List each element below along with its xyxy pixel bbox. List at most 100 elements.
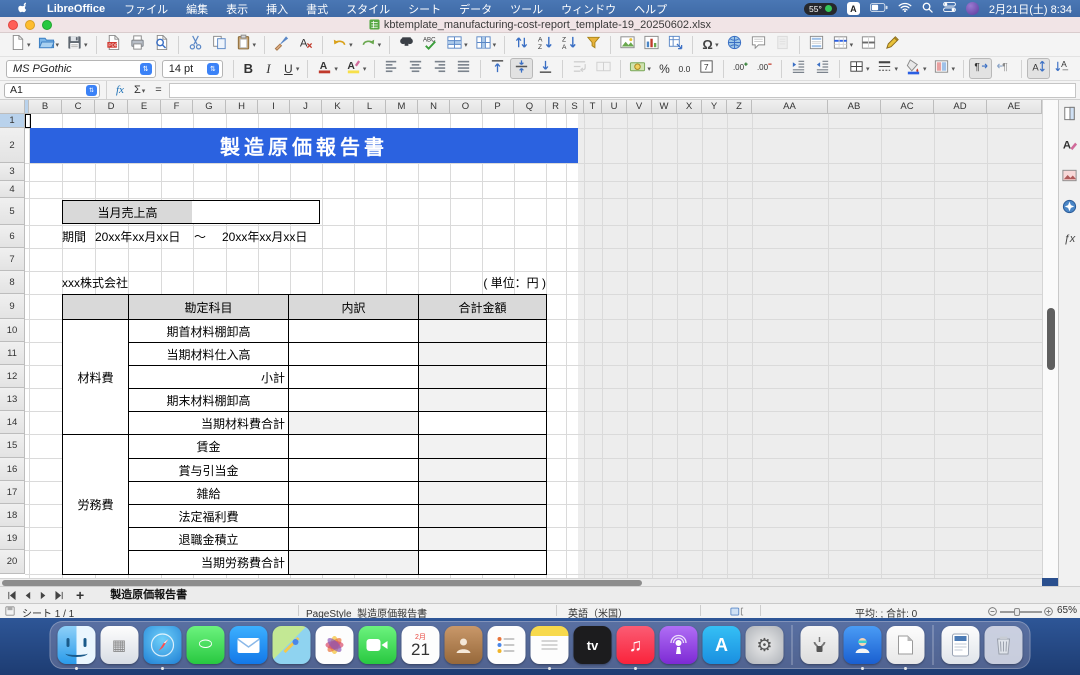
- align-right-button[interactable]: [428, 58, 451, 79]
- column-header-O[interactable]: O: [450, 100, 482, 114]
- delete-decimal-place-button[interactable]: .00: [753, 58, 776, 79]
- cell-unit-note[interactable]: ( 単位：円 ): [436, 271, 546, 294]
- cell-breakdown[interactable]: [288, 388, 419, 412]
- dock-safari-icon[interactable]: [144, 626, 182, 664]
- cell-monthly-sales-label[interactable]: 当月売上高: [62, 200, 193, 224]
- font-name-combo[interactable]: MS PGothic⇅: [6, 60, 156, 78]
- undo-button[interactable]: ▾: [328, 34, 356, 55]
- cell-breakdown[interactable]: [288, 411, 419, 435]
- column-header-AA[interactable]: AA: [752, 100, 828, 114]
- column-header-V[interactable]: V: [627, 100, 652, 114]
- name-box[interactable]: A1⇅: [4, 83, 100, 98]
- column-header-M[interactable]: M: [386, 100, 418, 114]
- menu-item-1[interactable]: 編集: [177, 1, 217, 17]
- cell-total-amount[interactable]: [418, 504, 547, 528]
- function-wizard-button[interactable]: fx: [113, 84, 127, 96]
- formula-input-line[interactable]: [169, 83, 1076, 98]
- borders-dropdown-icon[interactable]: ▾: [866, 65, 870, 73]
- row-button[interactable]: ▾: [443, 34, 471, 55]
- table-header-total-amount[interactable]: 合計金額: [418, 294, 547, 320]
- vertical-scrollbar[interactable]: [1042, 100, 1058, 578]
- zoom-slider-track[interactable]: [1000, 611, 1042, 613]
- sidebar-open-sidebar-icon[interactable]: [1061, 105, 1078, 127]
- cell-account-item[interactable]: 法定福利費: [128, 504, 289, 528]
- dock-trash-icon[interactable]: [985, 626, 1023, 664]
- column-header-R[interactable]: R: [546, 100, 566, 114]
- select-sum-button[interactable]: Σ▾: [131, 84, 148, 96]
- italic-button[interactable]: I: [259, 58, 278, 79]
- dock-document-file-icon[interactable]: [942, 626, 980, 664]
- cell-total-amount[interactable]: [418, 342, 547, 366]
- menu-item-10[interactable]: ヘルプ: [625, 1, 676, 17]
- dock-messages-icon[interactable]: ⬭: [187, 626, 225, 664]
- export-as-pdf-button[interactable]: PDF: [102, 34, 125, 55]
- row-header-12[interactable]: 12: [0, 365, 25, 388]
- sort-ascending-button[interactable]: AZ: [534, 34, 557, 55]
- insert-image-button[interactable]: [616, 34, 639, 55]
- text-orientation-button[interactable]: A: [1027, 58, 1050, 79]
- control-center-icon[interactable]: [943, 2, 956, 15]
- underline-dropdown-icon[interactable]: ▾: [296, 65, 300, 73]
- align-left-button[interactable]: [380, 58, 403, 79]
- zoom-window-button[interactable]: [42, 20, 52, 30]
- cell-account-item[interactable]: 賞与引当金: [128, 458, 289, 482]
- font-size-combo[interactable]: 14 pt⇅: [162, 60, 223, 78]
- redo-button[interactable]: ▾: [357, 34, 385, 55]
- cut-button[interactable]: [184, 34, 207, 55]
- minimize-window-button[interactable]: [25, 20, 35, 30]
- new-document-dropdown-icon[interactable]: ▾: [27, 41, 31, 49]
- column-header-Q[interactable]: Q: [514, 100, 546, 114]
- conditional-formatting-button[interactable]: ▾: [930, 58, 958, 79]
- menu-item-2[interactable]: 表示: [217, 1, 257, 17]
- cell-total-amount[interactable]: [418, 527, 547, 551]
- left-to-right-button[interactable]: ¶: [969, 58, 992, 79]
- last-sheet-button[interactable]: [52, 588, 66, 602]
- cell-breakdown[interactable]: [288, 365, 419, 389]
- row-dropdown-icon[interactable]: ▾: [464, 41, 468, 49]
- dock-launchpad-icon[interactable]: ▦: [101, 626, 139, 664]
- dock-notes-icon[interactable]: [531, 626, 569, 664]
- format-as-date-button[interactable]: 7: [695, 58, 718, 79]
- row-header-10[interactable]: 10: [0, 319, 25, 342]
- undo-dropdown-icon[interactable]: ▾: [349, 41, 353, 49]
- find-and-replace-button[interactable]: [395, 34, 418, 55]
- column-header-AD[interactable]: AD: [934, 100, 987, 114]
- cell-total-amount[interactable]: [418, 319, 547, 343]
- dock-grabber-app-icon[interactable]: [801, 626, 839, 664]
- cell-account-item[interactable]: 賃金: [128, 434, 289, 459]
- formula-button[interactable]: =: [152, 84, 164, 96]
- cell-company-name[interactable]: xxx株式会社: [62, 271, 182, 294]
- highlighting-color-dropdown-icon[interactable]: ▾: [363, 65, 367, 73]
- bold-button[interactable]: B: [239, 58, 258, 79]
- column-header-Z[interactable]: Z: [727, 100, 752, 114]
- user-avatar-icon[interactable]: [966, 2, 979, 15]
- print-preview-button[interactable]: [150, 34, 173, 55]
- cell-title-banner[interactable]: 製造原価報告書: [30, 128, 578, 163]
- column-header-Y[interactable]: Y: [702, 100, 727, 114]
- sidebar-functions-icon[interactable]: ƒx: [1063, 229, 1076, 248]
- redo-dropdown-icon[interactable]: ▾: [378, 41, 382, 49]
- sidebar-gallery-icon[interactable]: [1061, 167, 1078, 189]
- freeze-rows-and-columns-button[interactable]: ▾: [829, 34, 857, 55]
- background-color-dropdown-icon[interactable]: ▾: [923, 65, 927, 73]
- cell-total-amount[interactable]: [418, 434, 547, 459]
- dock-persona-app-icon[interactable]: [844, 626, 882, 664]
- column-header-N[interactable]: N: [418, 100, 450, 114]
- cell-account-item[interactable]: 期末材料棚卸高: [128, 388, 289, 412]
- row-header-8[interactable]: 8: [0, 271, 25, 294]
- input-source-icon[interactable]: A: [847, 2, 860, 15]
- center-vertically-button[interactable]: [510, 58, 533, 79]
- cell-group-0[interactable]: 材料費: [62, 319, 129, 435]
- dock-photos-icon[interactable]: [316, 626, 354, 664]
- align-center-button[interactable]: [404, 58, 427, 79]
- dock-maps-icon[interactable]: [273, 626, 311, 664]
- column-header-J[interactable]: J: [290, 100, 322, 114]
- border-style-button[interactable]: ▾: [873, 58, 901, 79]
- row-header-16[interactable]: 16: [0, 458, 25, 481]
- cell-account-item[interactable]: 当期労務費合計: [128, 550, 289, 575]
- column-dropdown-icon[interactable]: ▾: [493, 41, 497, 49]
- dock-libreoffice-icon[interactable]: [887, 626, 925, 664]
- cell-total-amount[interactable]: [418, 388, 547, 412]
- column-header-D[interactable]: D: [95, 100, 128, 114]
- clone-formatting-button[interactable]: [270, 34, 293, 55]
